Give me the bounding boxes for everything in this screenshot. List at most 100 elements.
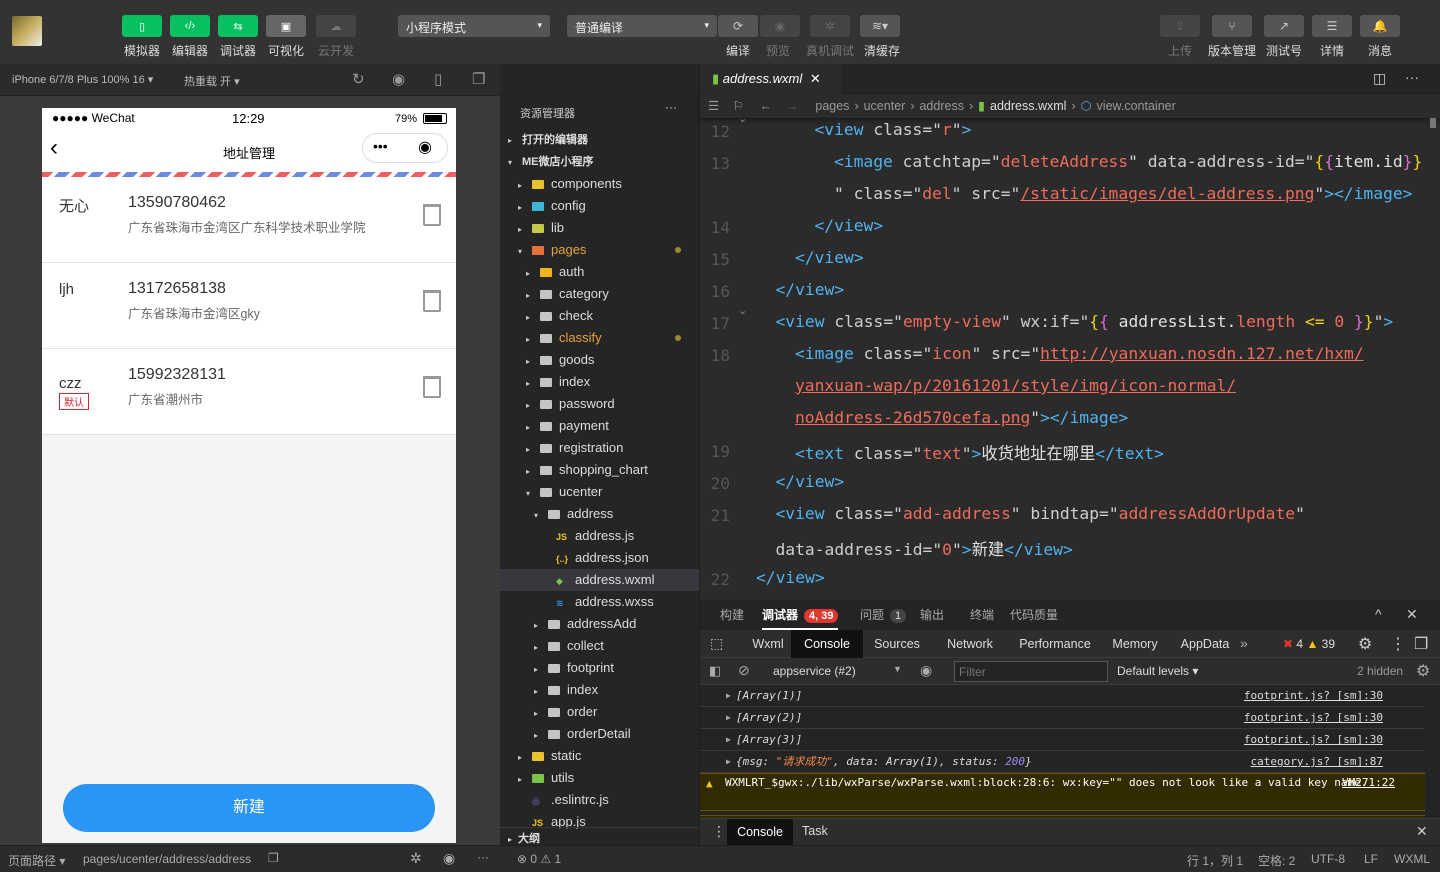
back-arrow-icon[interactable]: ← xyxy=(759,99,772,113)
tree-item[interactable]: ▸ footprint xyxy=(500,657,699,679)
tree-item[interactable]: ▸ lib xyxy=(500,217,699,239)
scrollbar[interactable] xyxy=(1430,118,1436,128)
code-line[interactable]: <view class="add-address" bindtap="addre… xyxy=(776,504,1305,523)
expand-icon[interactable]: ▶ xyxy=(726,729,731,751)
code-line[interactable]: data-address-id="0">新建</view> xyxy=(776,536,1073,560)
drawer-tab-console[interactable]: Console xyxy=(727,819,793,846)
code-line[interactable]: </view> xyxy=(776,280,845,299)
sidebar-toggle-icon[interactable]: ◧ xyxy=(709,663,721,679)
log-source-link[interactable]: footprint.js? [sm]:30 xyxy=(1244,685,1383,707)
problems-count[interactable]: ⊗ 0 ⚠ 1 xyxy=(517,852,561,866)
tree-item[interactable]: ▸ order xyxy=(500,701,699,723)
tree-item[interactable]: ▸ static xyxy=(500,745,699,767)
tree-item[interactable]: ▸ goods xyxy=(500,349,699,371)
detach-icon[interactable]: ❐ xyxy=(472,70,485,88)
code-line[interactable]: noAddress-26d570cefa.png"></image> xyxy=(795,408,1128,427)
breadcrumb-item[interactable]: address.wxml xyxy=(990,99,1066,113)
log-source-link[interactable]: footprint.js? [sm]:30 xyxy=(1244,729,1383,751)
fold-icon[interactable]: ⌄ xyxy=(738,304,747,317)
tree-item[interactable]: ▾ pages xyxy=(500,239,699,261)
log-entry[interactable]: ▶ [Array(1)] footprint.js? [sm]:30 xyxy=(700,685,1425,707)
chevron-up-icon[interactable]: ^ xyxy=(1375,606,1382,622)
tree-item[interactable]: ▸ 打开的编辑器 xyxy=(500,129,699,151)
code-line[interactable]: <view class="r"> xyxy=(815,120,972,139)
code-line[interactable]: </view> xyxy=(795,248,864,267)
breadcrumb-item[interactable]: view.container xyxy=(1097,99,1176,113)
trash-icon[interactable] xyxy=(423,376,441,398)
copy-icon[interactable]: ❐ xyxy=(268,851,279,865)
tree-item[interactable]: JS address.js xyxy=(500,525,699,547)
toolbar-editor-button[interactable]: ‹/› xyxy=(170,15,210,37)
toolbar-details-button[interactable]: ☰ xyxy=(1312,15,1352,37)
code-line[interactable]: <view class="empty-view" wx:if="{{ addre… xyxy=(776,312,1394,331)
indentation[interactable]: 空格: 2 xyxy=(1258,852,1295,869)
tree-item[interactable]: ▸ components xyxy=(500,173,699,195)
compile-select[interactable]: 普通编译 xyxy=(567,15,717,37)
devtools-tab-network[interactable]: Network xyxy=(931,630,1009,658)
code-line[interactable]: <text class="text">收货地址在哪里</text> xyxy=(795,440,1164,464)
tree-item[interactable]: ▸ category xyxy=(500,283,699,305)
bookmark-icon[interactable]: ⚐ xyxy=(733,99,744,113)
tree-item[interactable]: ▸ check xyxy=(500,305,699,327)
stop-icon[interactable]: ◉ xyxy=(392,70,405,88)
log-source-link[interactable]: footprint.js? [sm]:30 xyxy=(1244,707,1383,729)
toolbar-cloud-button[interactable]: ☁ xyxy=(316,15,356,37)
tree-item[interactable]: ▸ shopping_chart xyxy=(500,459,699,481)
trash-icon[interactable] xyxy=(423,290,441,312)
line-ending[interactable]: LF xyxy=(1364,852,1378,866)
more-actions-icon[interactable]: ··· xyxy=(1405,69,1419,85)
breadcrumb-item[interactable]: address xyxy=(919,99,963,113)
code-line[interactable]: </view> xyxy=(756,568,825,587)
more-tabs-icon[interactable]: » xyxy=(1240,635,1248,651)
page-path-select[interactable]: 页面路径 ▾ xyxy=(8,852,65,869)
address-item[interactable]: 无心 13590780462 广东省珠海市金湾区广东科学技术职业学院 xyxy=(42,177,456,263)
bug-icon[interactable]: ✲ xyxy=(810,15,850,37)
tree-item[interactable]: ▾ ucenter xyxy=(500,481,699,503)
warning-entry[interactable]: ▲ WXMLRT_$gwx:./lib/wxParse/wxParse.wxml:… xyxy=(700,773,1425,811)
eye-icon[interactable]: ◉ xyxy=(760,15,800,37)
address-item[interactable]: ljh 13172658138 广东省珠海市金湾区gky xyxy=(42,263,456,349)
context-select[interactable]: appservice (#2) xyxy=(773,664,856,678)
drawer-tab-task[interactable]: Task xyxy=(802,824,828,838)
tree-item[interactable]: ▸ collect xyxy=(500,635,699,657)
eye-icon[interactable]: ◉ xyxy=(920,662,932,679)
tree-item[interactable]: ▸ orderDetail xyxy=(500,723,699,745)
panel-tab[interactable]: 终端 xyxy=(970,600,994,630)
tree-item[interactable]: ▸ addressAdd xyxy=(500,613,699,635)
devtools-tab-console[interactable]: Console xyxy=(791,630,863,658)
bug-icon[interactable]: ✲ xyxy=(410,850,422,867)
more-icon[interactable]: ··· xyxy=(477,850,489,864)
more-icon[interactable]: ••• xyxy=(373,138,388,154)
phone-icon[interactable]: ▯ xyxy=(434,70,442,88)
new-address-button[interactable]: 新建 xyxy=(63,784,435,832)
rotate-icon[interactable]: ↻ xyxy=(352,70,365,88)
split-editor-icon[interactable]: ◫ xyxy=(1373,70,1386,87)
settings-icon[interactable]: ⚙ xyxy=(1358,634,1372,654)
tree-item[interactable]: ▸ index xyxy=(500,371,699,393)
device-select[interactable]: iPhone 6/7/8 Plus 100% 16 ▾ xyxy=(12,73,153,86)
levels-select[interactable]: Default levels ▾ xyxy=(1117,664,1198,678)
tree-item[interactable]: ▸ registration xyxy=(500,437,699,459)
toolbar-debugger-button[interactable]: ⇆ xyxy=(218,15,258,37)
expand-icon[interactable]: ▶ xyxy=(726,707,731,729)
warning-source-link[interactable]: VM271:22 xyxy=(1342,776,1395,790)
forward-arrow-icon[interactable]: → xyxy=(785,99,798,113)
tree-item[interactable]: ▾ address xyxy=(500,503,699,525)
eye-icon[interactable]: ◉ xyxy=(443,850,455,867)
list-icon[interactable]: ☰ xyxy=(708,99,719,113)
drawer-menu-icon[interactable]: ⋮ xyxy=(712,823,726,840)
address-item[interactable]: czz 默认 15992328131 广东省潮州市 xyxy=(42,349,456,435)
expand-icon[interactable]: ▶ xyxy=(726,685,731,707)
panel-tab[interactable]: 构建 xyxy=(720,600,744,630)
fold-icon[interactable]: ⌄ xyxy=(738,112,747,125)
close-tab-icon[interactable]: ✕ xyxy=(810,71,821,86)
toolbar-test-account-button[interactable]: ↗ xyxy=(1264,15,1304,37)
close-drawer-icon[interactable]: ✕ xyxy=(1416,823,1428,840)
clear-console-icon[interactable]: ⊘ xyxy=(738,662,750,679)
devtools-tab-sources[interactable]: Sources xyxy=(863,630,931,658)
code-line[interactable]: <image class="icon" src="http://yanxuan.… xyxy=(795,344,1364,363)
encoding[interactable]: UTF-8 xyxy=(1311,852,1345,866)
console-settings-icon[interactable]: ⚙ xyxy=(1416,661,1430,681)
tree-item[interactable]: ◎ .eslintrc.js xyxy=(500,789,699,811)
code-line[interactable]: </view> xyxy=(776,472,845,491)
